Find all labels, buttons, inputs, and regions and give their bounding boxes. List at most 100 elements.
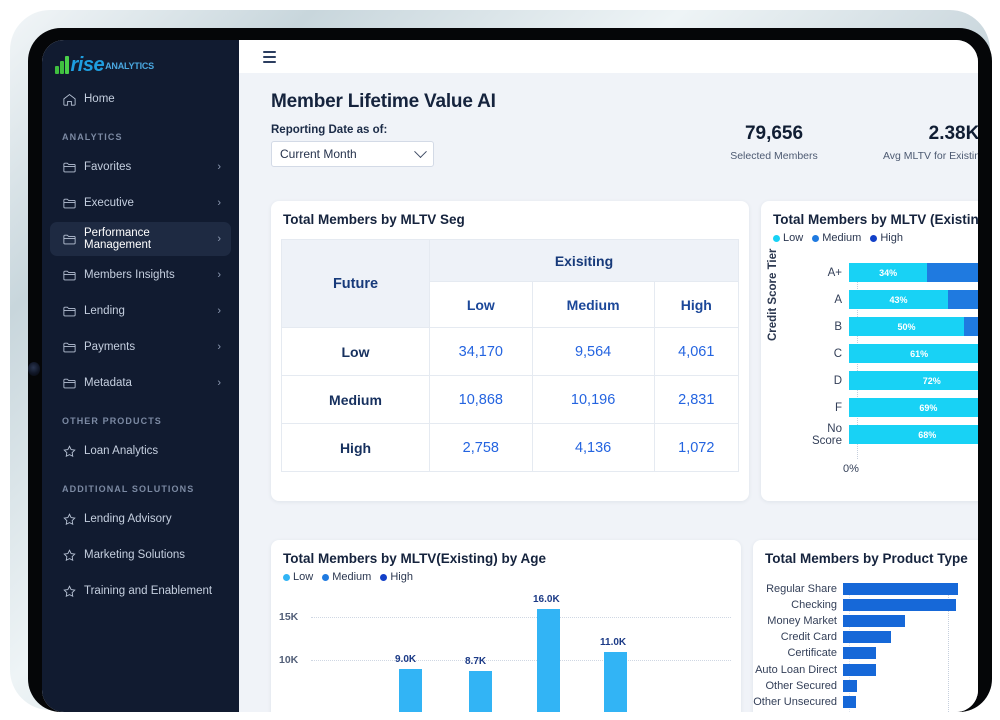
age-bar-value-label: 9.0K	[395, 653, 417, 665]
matrix-col-header: Medium	[531, 281, 655, 328]
credit-bar-track: 50%	[849, 317, 978, 336]
sidebar-item-metadata[interactable]: Metadata ›	[50, 366, 231, 400]
matrix-group-header: Exisiting	[429, 239, 739, 282]
sidebar-item-label: Lending	[84, 305, 125, 317]
product-bar-label: Regular Share	[766, 582, 837, 595]
chart-y-axis-label: Credit Score Tier	[767, 248, 779, 341]
product-bar-row: Money Market	[753, 614, 906, 627]
sidebar-item-favorites[interactable]: Favorites ›	[50, 150, 231, 184]
product-bar-label: Money Market	[767, 614, 837, 627]
home-icon	[62, 92, 84, 107]
product-bar[interactable]	[843, 679, 857, 692]
credit-bar-track: 68%	[849, 425, 978, 444]
product-bar-row: Regular Share	[753, 582, 958, 595]
credit-bar-segment-low[interactable]: 61%	[849, 344, 978, 363]
sidebar-item-lending-advisory[interactable]: Lending Advisory	[50, 502, 231, 536]
legend-item-high[interactable]: High	[380, 571, 413, 583]
sidebar-item-loan-analytics[interactable]: Loan Analytics	[50, 434, 231, 468]
sidebar-item-label: Payments	[84, 341, 136, 353]
sidebar-item-marketing-solutions[interactable]: Marketing Solutions	[50, 538, 231, 572]
sidebar-item-lending[interactable]: Lending ›	[50, 294, 231, 328]
credit-bar-segment-low[interactable]: 69%	[849, 398, 978, 417]
sidebar-item-members-insights[interactable]: Members Insights ›	[50, 258, 231, 292]
age-bar[interactable]	[537, 608, 560, 712]
sidebar-item-home[interactable]: Home	[50, 82, 231, 116]
credit-bar-row: A+ 34%	[795, 263, 978, 282]
chart-legend: Low Medium High	[761, 227, 978, 244]
legend-item-medium[interactable]: Medium	[322, 571, 371, 583]
credit-bar-label: B	[834, 320, 842, 333]
credit-bar-segment-low[interactable]: 68%	[849, 425, 978, 444]
tablet-camera-icon	[28, 362, 40, 376]
product-bar[interactable]	[843, 582, 958, 595]
legend-item-low[interactable]: Low	[773, 232, 803, 244]
credit-bar-segment-low[interactable]: 34%	[849, 263, 928, 282]
matrix-cell: 4,136	[531, 423, 655, 472]
product-bar-label: Credit Card	[780, 631, 837, 644]
credit-bar-segment-medium[interactable]	[964, 317, 978, 336]
age-bar-chart: 10K15K9.0K5.7K8.7K16.0K5.4K11.0K5.9K	[271, 593, 741, 712]
chevron-down-icon	[414, 144, 427, 158]
product-bar-row: Credit Card	[753, 631, 892, 644]
credit-bar-segment-low[interactable]: 72%	[849, 371, 978, 390]
card-total-members-by-age: Total Members by MLTV(Existing) by Age L…	[271, 540, 741, 712]
matrix-cell: 1,072	[653, 423, 740, 472]
matrix-cell: 9,564	[531, 327, 655, 376]
sidebar-item-label: Metadata	[84, 377, 132, 389]
credit-bar-segment-low[interactable]: 43%	[849, 290, 948, 309]
product-bar-label: Certificate	[787, 647, 837, 660]
legend-item-low[interactable]: Low	[283, 571, 313, 583]
product-bar[interactable]	[843, 647, 877, 660]
matrix-cell: 10,868	[429, 375, 533, 424]
credit-bar-track: 69%	[849, 398, 978, 417]
product-bar-label: Checking	[791, 598, 837, 611]
app-logo[interactable]: rise ANALYTICS	[42, 40, 239, 80]
credit-bar-label: A	[834, 293, 842, 306]
product-bar-row: Auto Loan Direct	[753, 663, 877, 676]
card-title: Total Members by Product Type	[765, 551, 968, 566]
sidebar-item-label: Performance Management	[84, 227, 152, 251]
product-bar[interactable]	[843, 695, 856, 708]
product-type-chart: Regular Share Checking Money Market Credit …	[753, 574, 978, 712]
hamburger-icon[interactable]	[263, 50, 276, 63]
credit-bar-label: A+	[827, 266, 842, 279]
legend-item-high[interactable]: High	[870, 232, 903, 244]
product-bar-label: Other Secured	[765, 679, 837, 692]
credit-bar-row: A 43%	[795, 290, 978, 309]
age-bar[interactable]	[469, 671, 492, 712]
product-bar-row: Checking	[753, 598, 956, 611]
kpi-label: Selected Members	[730, 150, 818, 162]
card-title: Total Members by MLTV Seg	[283, 212, 465, 227]
chevron-right-icon: ›	[217, 197, 221, 209]
product-bar[interactable]	[843, 598, 956, 611]
product-bar[interactable]	[843, 631, 892, 644]
credit-bar-row: B 50%	[795, 317, 978, 336]
age-bar[interactable]	[604, 651, 627, 712]
age-bar[interactable]	[399, 668, 422, 712]
star-icon	[62, 548, 84, 563]
sidebar-item-executive[interactable]: Executive ›	[50, 186, 231, 220]
age-bar-value-label: 16.0K	[533, 593, 560, 605]
matrix-cell: 10,196	[531, 375, 655, 424]
legend-item-medium[interactable]: Medium	[812, 232, 861, 244]
logo-text: rise	[70, 54, 105, 76]
folder-icon	[62, 376, 84, 391]
credit-bar-segment-medium[interactable]	[947, 290, 978, 309]
folder-icon	[62, 160, 84, 175]
credit-bar-label: No Score	[811, 422, 842, 447]
sidebar-item-label: Training and Enablement	[84, 585, 213, 597]
credit-bar-segment-low[interactable]: 50%	[849, 317, 964, 336]
folder-icon	[62, 196, 84, 211]
sidebar-item-label: Loan Analytics	[84, 445, 159, 457]
topbar	[239, 40, 978, 73]
reporting-date-select[interactable]: Current Month	[271, 141, 434, 167]
sidebar-item-training-and-enablement[interactable]: Training and Enablement	[50, 574, 231, 608]
credit-bar-segment-medium[interactable]	[927, 263, 978, 282]
product-bar-row: Certificate	[753, 647, 877, 660]
product-bar[interactable]	[843, 614, 906, 627]
product-bar[interactable]	[843, 663, 877, 676]
sidebar-item-payments[interactable]: Payments ›	[50, 330, 231, 364]
sidebar-item-performance-management[interactable]: Performance Management ›	[50, 222, 231, 256]
card-total-members-by-product-type: Total Members by Product Type Regular Sh…	[753, 540, 978, 712]
credit-bar-row: D 72%	[795, 371, 978, 390]
